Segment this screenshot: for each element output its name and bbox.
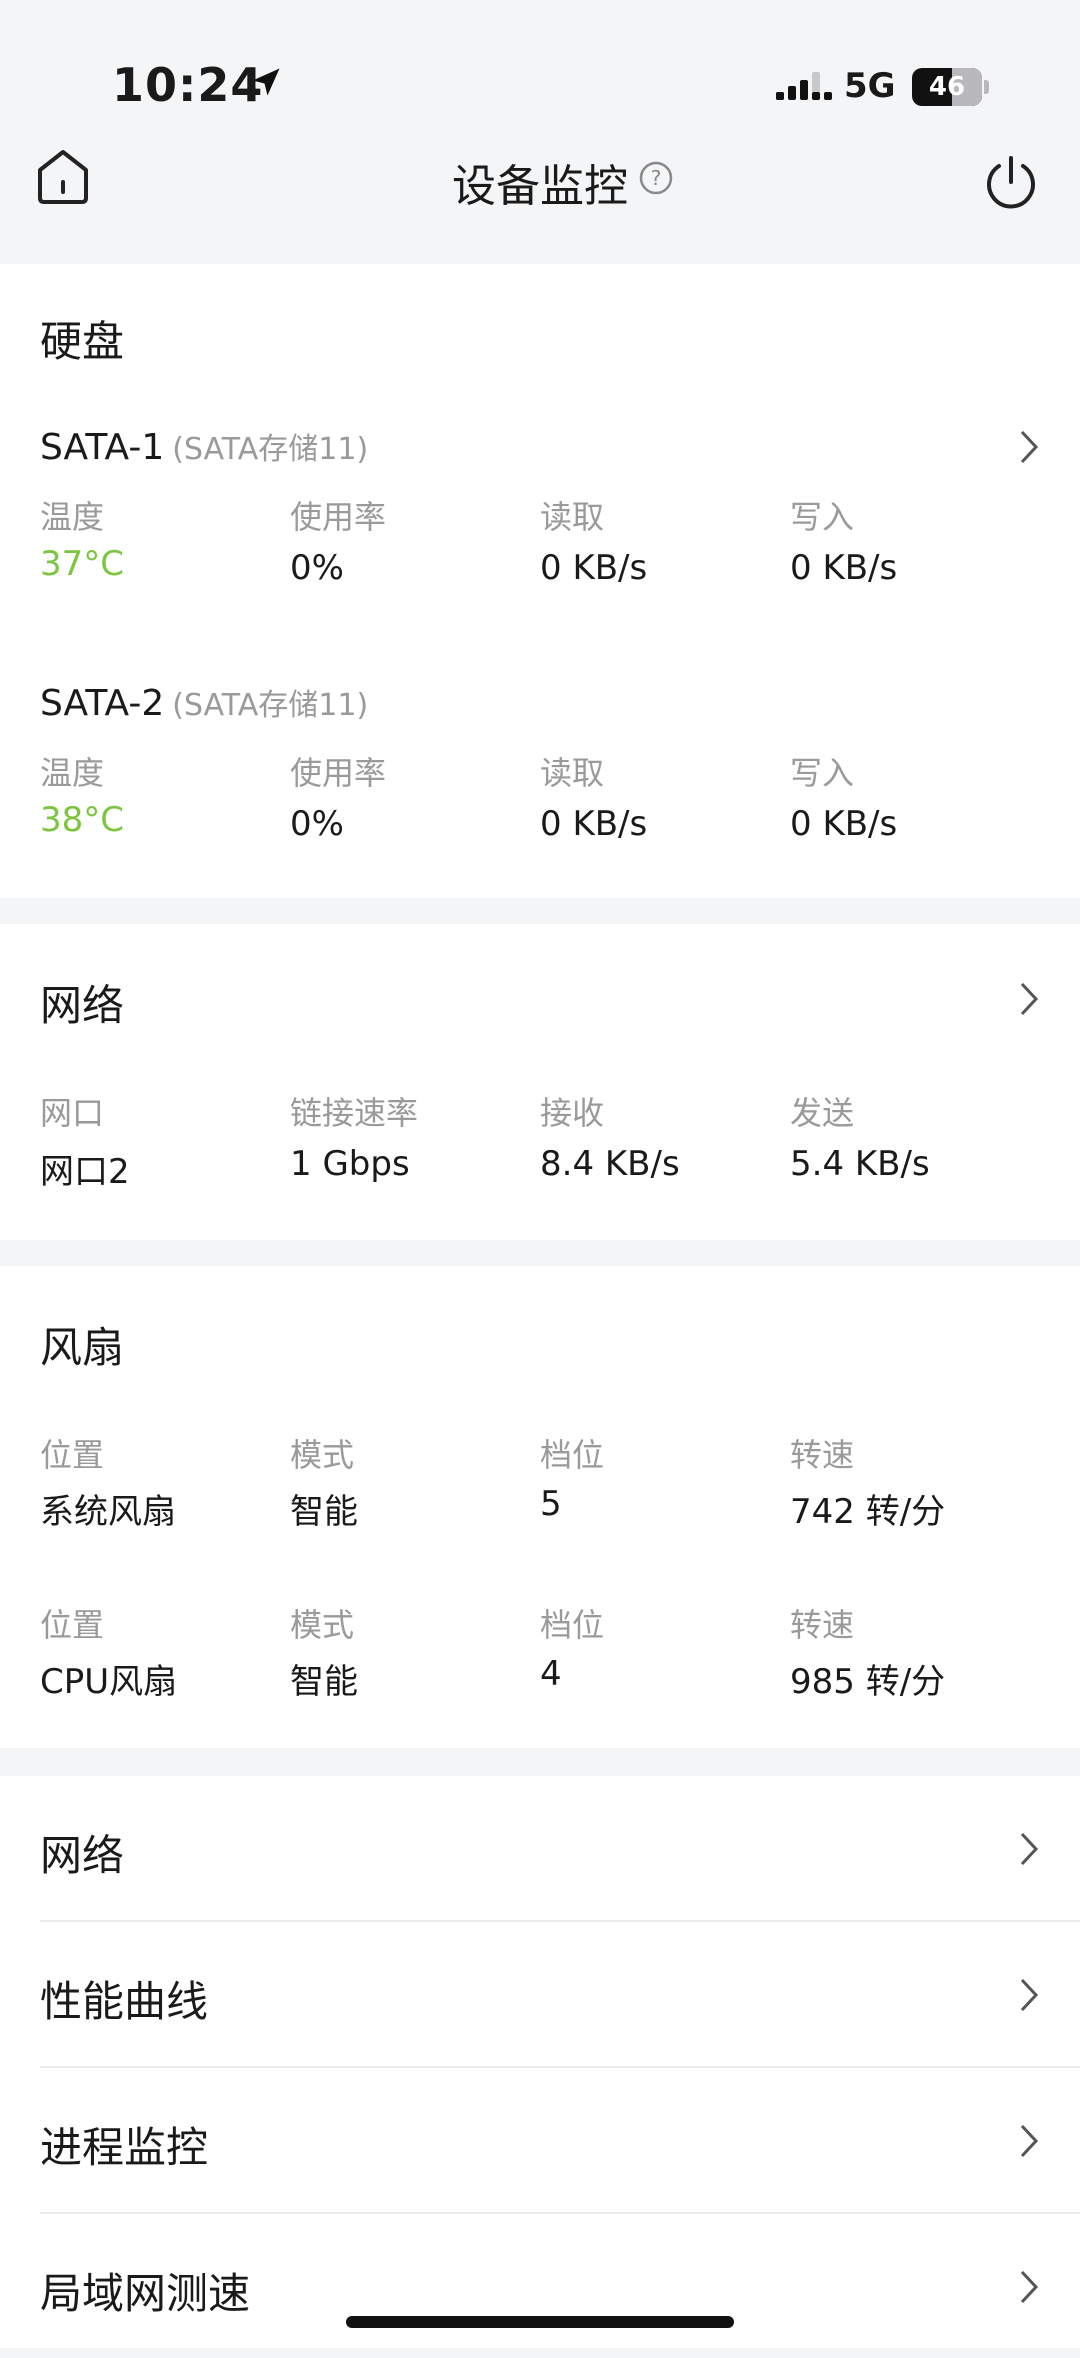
disk-name-sub: (SATA存储11) [172, 432, 369, 467]
menu-item-network[interactable]: 网络 [0, 1776, 1080, 1920]
read-value: 0 KB/s [540, 548, 648, 588]
port-label: 网口 [40, 1094, 105, 1132]
menu-item-label: 局域网测速 [40, 2269, 251, 2318]
location-arrow-icon [252, 68, 280, 96]
status-time: 10:24 [112, 58, 264, 112]
fan-card: 风扇 位置 模式 档位 转速 系统风扇 智能 5 742 转/分 位置 模式 档… [0, 1266, 1080, 1748]
menu-item-label: 网络 [40, 1831, 125, 1880]
home-indicator[interactable] [346, 2316, 734, 2328]
temp-value: 38°C [40, 800, 125, 840]
temp-label: 温度 [40, 498, 105, 536]
menu-list: 网络 性能曲线 进程监控 局域网测速 [0, 1776, 1080, 2348]
fan-level-value: 4 [540, 1654, 562, 1694]
temp-value: 37°C [40, 544, 125, 584]
signal-icon [776, 72, 832, 100]
speed-label: 链接速率 [290, 1094, 419, 1132]
header-title-wrap: 设备监控 [0, 150, 1080, 214]
disk-card: 硬盘 SATA-1 (SATA存储11) 温度 使用率 读取 写入 37°C 0%… [0, 264, 1080, 898]
usage-label: 使用率 [290, 754, 387, 792]
chevron-right-icon [1020, 1832, 1039, 1866]
speed-value: 1 Gbps [290, 1144, 410, 1184]
read-label: 读取 [540, 754, 605, 792]
write-label: 写入 [790, 498, 855, 536]
help-icon[interactable]: ? [638, 160, 674, 196]
tx-value: 5.4 KB/s [790, 1144, 930, 1184]
fan-rpm-value: 742 转/分 [790, 1492, 946, 1532]
fan-level-label: 档位 [540, 1606, 605, 1644]
chevron-right-icon [1020, 1978, 1039, 2012]
write-value: 0 KB/s [790, 804, 898, 844]
temp-label: 温度 [40, 754, 105, 792]
write-value: 0 KB/s [790, 548, 898, 588]
chevron-right-icon [1020, 2270, 1039, 2304]
battery-icon: 46 [912, 68, 982, 106]
rx-label: 接收 [540, 1094, 605, 1132]
power-icon[interactable] [982, 150, 1040, 212]
menu-item-lan-speed[interactable]: 局域网测速 [0, 2214, 1080, 2358]
usage-label: 使用率 [290, 498, 387, 536]
svg-text:?: ? [651, 166, 662, 190]
page-title: 设备监控 [452, 161, 628, 212]
disk-name-text: SATA-1 [40, 427, 165, 468]
chevron-right-icon [1020, 2124, 1039, 2158]
chevron-right-icon[interactable] [1018, 980, 1040, 1018]
status-bar: 10:24 5G 46 [0, 0, 1080, 140]
usage-value: 0% [290, 804, 344, 844]
battery-percent: 46 [928, 72, 966, 102]
fan-pos-label: 位置 [40, 1606, 105, 1644]
read-value: 0 KB/s [540, 804, 648, 844]
network-title: 网络 [40, 981, 125, 1030]
disk-name-sub: (SATA存储11) [172, 688, 369, 723]
fan-mode-label: 模式 [290, 1606, 355, 1644]
menu-item-process[interactable]: 进程监控 [0, 2068, 1080, 2212]
rx-value: 8.4 KB/s [540, 1144, 680, 1184]
fan-title: 风扇 [40, 1323, 125, 1372]
port-value: 网口2 [40, 1152, 130, 1192]
fan-rpm-label: 转速 [790, 1606, 855, 1644]
fan-level-value: 5 [540, 1484, 562, 1524]
usage-value: 0% [290, 548, 344, 588]
disk-name: SATA-1 (SATA存储11) [40, 424, 368, 468]
chevron-right-icon[interactable] [1018, 428, 1040, 466]
fan-pos-label: 位置 [40, 1436, 105, 1474]
menu-item-performance[interactable]: 性能曲线 [0, 1922, 1080, 2066]
battery-tip [984, 80, 989, 94]
fan-rpm-value: 985 转/分 [790, 1662, 946, 1702]
network-card[interactable]: 网络 网口 链接速率 接收 发送 网口2 1 Gbps 8.4 KB/s 5.4… [0, 924, 1080, 1240]
fan-mode-value: 智能 [290, 1492, 358, 1532]
fan-rpm-label: 转速 [790, 1436, 855, 1474]
fan-pos-value: 系统风扇 [40, 1492, 176, 1532]
fan-pos-value: CPU风扇 [40, 1662, 178, 1702]
write-label: 写入 [790, 754, 855, 792]
disk-title: 硬盘 [40, 317, 125, 366]
fan-mode-value: 智能 [290, 1662, 358, 1702]
read-label: 读取 [540, 498, 605, 536]
menu-item-label: 进程监控 [40, 2123, 209, 2172]
disk-name: SATA-2 (SATA存储11) [40, 680, 368, 724]
network-type: 5G [844, 66, 896, 106]
disk-name-text: SATA-2 [40, 683, 165, 724]
fan-level-label: 档位 [540, 1436, 605, 1474]
fan-mode-label: 模式 [290, 1436, 355, 1474]
menu-item-label: 性能曲线 [40, 1977, 209, 2026]
tx-label: 发送 [790, 1094, 855, 1132]
